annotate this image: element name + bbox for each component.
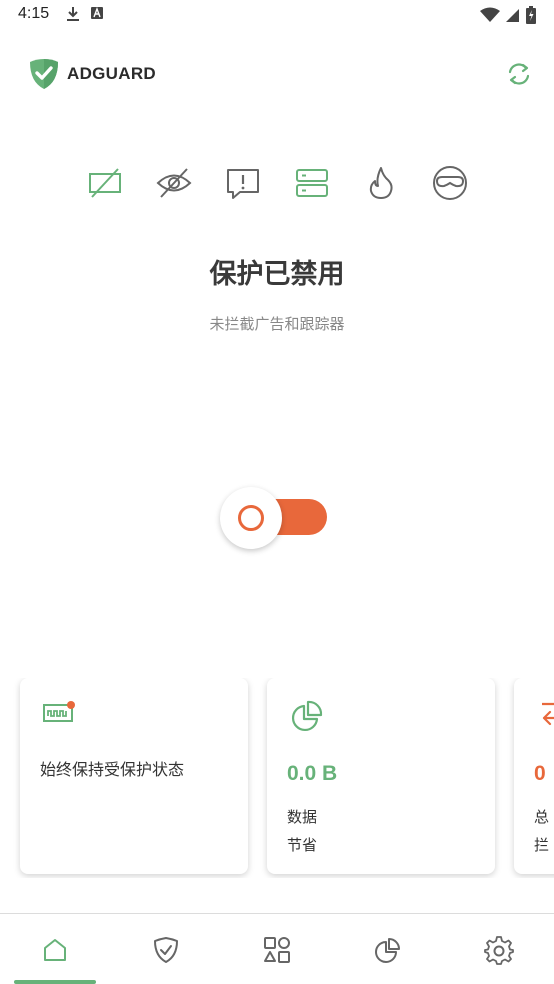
wifi-icon [480, 7, 500, 22]
protection-toggle[interactable] [220, 487, 330, 549]
statistics-icon [375, 938, 400, 963]
toggle-knob [220, 487, 282, 549]
stats-cards: 始终保持受保护状态 0.0 B 数据 节省 0 总 拦 [0, 678, 554, 878]
nav-apps[interactable] [261, 934, 293, 966]
card-blocked[interactable]: 0 总 拦 [514, 678, 554, 874]
adguard-logo: ADGUARD [29, 58, 156, 90]
blocked-arrow-icon [542, 702, 554, 726]
shield-check-icon [154, 937, 178, 963]
tracking-protection-icon [156, 168, 192, 198]
data-saved-label-line1: 数据 [287, 808, 318, 826]
protection-status-subtitle: 未拦截广告和跟踪器 [209, 315, 345, 333]
blocked-label-line2: 拦 [534, 836, 550, 854]
protection-status-title: 保护已禁用 [209, 259, 345, 290]
protection-features [86, 164, 470, 204]
power-off-icon [238, 505, 264, 531]
card-data-saved[interactable]: 0.0 B 数据 节省 [267, 678, 495, 874]
data-saved-label-line2: 节省 [287, 836, 318, 854]
refresh-icon [508, 63, 530, 85]
download-icon [67, 7, 79, 21]
logo-text: ADGUARD [67, 64, 156, 83]
blocked-label-line1: 总 [534, 808, 550, 826]
firewall-icon [369, 167, 393, 199]
nav-active-indicator [14, 980, 96, 984]
pie-chart-icon [291, 700, 323, 732]
sync-button[interactable] [506, 61, 532, 87]
annoyance-icon [227, 169, 259, 199]
status-bar: 4:15 [0, 0, 554, 32]
ad-block-icon [89, 168, 121, 198]
feature-dns-protection[interactable] [293, 164, 331, 202]
feature-ad-blocking[interactable] [86, 164, 124, 202]
settings-icon [484, 936, 514, 965]
data-saved-value: 0.0 B [287, 762, 338, 785]
nav-protection[interactable] [150, 934, 182, 966]
battery-icon [526, 6, 536, 24]
feature-tracking-protection[interactable] [155, 164, 193, 202]
nav-settings[interactable] [483, 934, 515, 966]
feature-firewall[interactable] [362, 164, 400, 202]
apps-icon [264, 937, 290, 963]
signal-icon [506, 9, 519, 22]
dns-icon [296, 169, 328, 197]
nav-home[interactable] [39, 934, 71, 966]
stealth-mode-icon [433, 166, 467, 200]
blocked-value: 0 [534, 762, 546, 785]
adguard-shield-icon [30, 59, 58, 89]
card-always-protected[interactable]: 始终保持受保护状态 [20, 678, 248, 874]
status-time: 4:15 [18, 5, 50, 22]
feature-stealth-mode[interactable] [431, 164, 469, 202]
bottom-navigation [0, 914, 554, 984]
always-on-icon [43, 701, 75, 722]
always-protected-text: 始终保持受保护状态 [40, 760, 185, 779]
nav-statistics[interactable] [372, 934, 404, 966]
home-icon [44, 939, 66, 961]
keyboard-a-icon [91, 7, 103, 19]
feature-annoyance-blocking[interactable] [224, 164, 262, 202]
